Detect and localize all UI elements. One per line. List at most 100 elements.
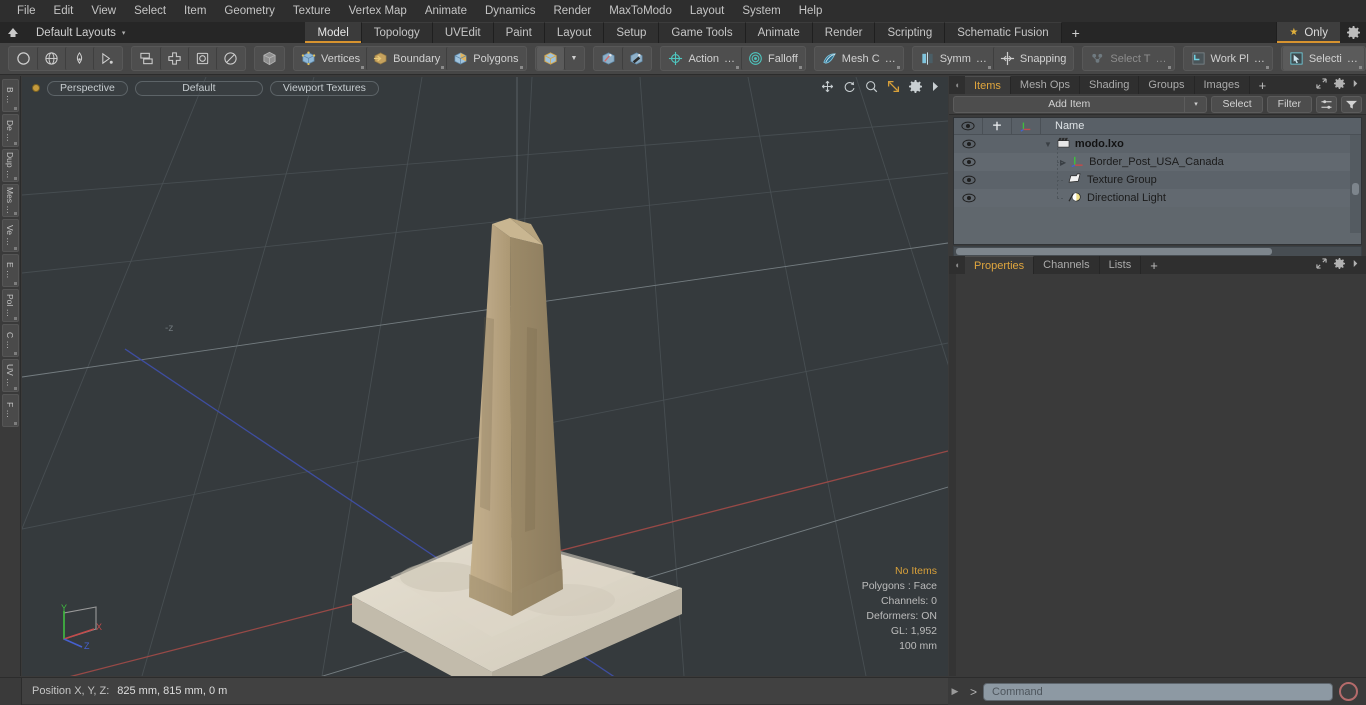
tab-channels[interactable]: Channels	[1034, 256, 1100, 274]
add-layout-tab-button[interactable]: +	[1061, 22, 1090, 43]
row-visibility-toggle[interactable]	[954, 157, 983, 167]
panel-menu-icon[interactable]: ◖	[949, 76, 965, 94]
tab-paint[interactable]: Paint	[493, 22, 545, 43]
sidebar-tab-duplicate[interactable]: Dup …	[1, 149, 19, 182]
sidebar-tab-mesh-edit[interactable]: Mes …	[1, 184, 19, 217]
tab-uvedit[interactable]: UVEdit	[432, 22, 494, 43]
tab-schematic-fusion[interactable]: Schematic Fusion	[945, 22, 1062, 43]
curve-icon[interactable]	[93, 47, 121, 70]
tree-expander-icon[interactable]: ▼	[1044, 140, 1052, 149]
items-tree-vscrollbar[interactable]	[1350, 135, 1361, 233]
gear-icon[interactable]	[1340, 22, 1366, 43]
pan-icon[interactable]	[821, 80, 834, 95]
zoom-icon[interactable]	[865, 80, 878, 95]
home-icon[interactable]	[0, 22, 26, 43]
menu-item-system[interactable]: System	[733, 2, 789, 21]
items-tree[interactable]: Name ▼ modo.lxo Border_Post_USA_Canada T…	[953, 117, 1362, 245]
chevron-right-icon[interactable]	[1352, 79, 1359, 91]
tab-render[interactable]: Render	[812, 22, 876, 43]
axis-gizmo[interactable]: Y X Z	[52, 601, 110, 654]
tab-scripting[interactable]: Scripting	[875, 22, 946, 43]
menu-item-render[interactable]: Render	[544, 2, 600, 21]
tab-layout[interactable]: Layout	[544, 22, 605, 43]
tab-mesh-ops[interactable]: Mesh Ops	[1010, 76, 1081, 94]
selection-mode-boundary[interactable]: Boundary	[366, 47, 446, 70]
sidebar-tab-fusion[interactable]: F …	[1, 394, 19, 427]
work-plane-button[interactable]: Work Pl …	[1185, 47, 1271, 70]
center-icon[interactable]	[160, 47, 188, 70]
table-row[interactable]: ▶ Border_Post_USA_Canada	[954, 153, 1361, 171]
sidebar-tab-uv[interactable]: UV …	[1, 359, 19, 392]
mesh-constraint-button[interactable]: Mesh C …	[816, 47, 902, 70]
scrollbar-thumb[interactable]	[956, 248, 1272, 255]
tab-setup[interactable]: Setup	[604, 22, 660, 43]
selection-set-button[interactable]: Selecti …	[1282, 47, 1364, 70]
tab-topology[interactable]: Topology	[361, 22, 433, 43]
menu-item-layout[interactable]: Layout	[681, 2, 734, 21]
expand-icon[interactable]	[1316, 78, 1327, 92]
select-through-button[interactable]: Select T …	[1084, 47, 1172, 70]
item-cube-icon[interactable]	[256, 47, 283, 70]
row-visibility-toggle[interactable]	[954, 139, 983, 149]
add-properties-tab-button[interactable]: +	[1141, 256, 1167, 274]
sidebar-tab-polygon[interactable]: Pol …	[1, 289, 19, 322]
filter-button[interactable]: Filter	[1266, 95, 1312, 113]
globe-icon[interactable]	[37, 47, 65, 70]
stop-record-icon[interactable]	[1339, 682, 1358, 701]
chevron-right-icon[interactable]	[931, 81, 940, 94]
tab-properties[interactable]: Properties	[965, 256, 1035, 274]
table-row[interactable]: ▼ modo.lxo	[954, 135, 1361, 153]
sidebar-tab-vertex[interactable]: Ve …	[1, 219, 19, 252]
paint-cube-icon[interactable]	[595, 47, 622, 70]
menu-item-dynamics[interactable]: Dynamics	[476, 2, 544, 21]
tab-items[interactable]: Items	[965, 76, 1011, 94]
menu-item-item[interactable]: Item	[175, 2, 215, 21]
menu-item-animate[interactable]: Animate	[416, 2, 476, 21]
row-visibility-toggle[interactable]	[954, 175, 983, 185]
menu-item-geometry[interactable]: Geometry	[215, 2, 284, 21]
menu-item-help[interactable]: Help	[790, 2, 832, 21]
tab-model[interactable]: Model	[305, 22, 362, 43]
expand-icon[interactable]	[1316, 258, 1327, 272]
circle-icon[interactable]	[10, 47, 37, 70]
command-input[interactable]: Command	[983, 682, 1333, 701]
selection-mode-polygons[interactable]: Polygons	[446, 47, 524, 70]
table-row[interactable]: Directional Light	[954, 189, 1361, 207]
element-cube-icon[interactable]	[536, 47, 564, 70]
menu-item-select[interactable]: Select	[125, 2, 175, 21]
tab-shading[interactable]: Shading	[1080, 76, 1140, 94]
menu-item-file[interactable]: File	[8, 2, 45, 21]
menu-item-vertex-map[interactable]: Vertex Map	[340, 2, 416, 21]
box-select-icon[interactable]	[188, 47, 216, 70]
default-layouts-dropdown[interactable]: Default Layouts ▾	[26, 22, 135, 43]
ellipse-icon[interactable]	[216, 47, 244, 70]
menu-item-maxtomodo[interactable]: MaxToModo	[600, 2, 681, 21]
menu-item-edit[interactable]: Edit	[45, 2, 83, 21]
select-button[interactable]: Select	[1211, 95, 1263, 113]
mirror-icon[interactable]	[133, 47, 160, 70]
tab-game-tools[interactable]: Game Tools	[659, 22, 746, 43]
snapping-button[interactable]: Snapping	[992, 47, 1073, 70]
falloff-button[interactable]: Falloff	[741, 47, 804, 70]
element-mode-dropdown[interactable]: ▼	[563, 47, 584, 70]
3d-viewport[interactable]: Perspective Default Viewport Textures -z…	[22, 77, 948, 676]
tab-groups[interactable]: Groups	[1139, 76, 1195, 94]
panel-menu-icon[interactable]: ◖	[949, 256, 965, 274]
table-row[interactable]: Texture Group	[954, 171, 1361, 189]
gear-icon[interactable]	[909, 80, 922, 95]
selection-mode-vertices[interactable]: Vertices	[295, 47, 366, 70]
sidebar-tab-curve[interactable]: C …	[1, 324, 19, 357]
sidebar-tab-edge[interactable]: E …	[1, 254, 19, 287]
action-center-button[interactable]: Action …	[662, 47, 741, 70]
list-options-icon[interactable]	[1316, 95, 1337, 113]
chevron-right-icon[interactable]: ▶	[948, 686, 962, 697]
viewport-view-mode[interactable]: Perspective	[47, 80, 128, 96]
sidebar-tab-deform[interactable]: De …	[1, 114, 19, 147]
gear-icon[interactable]	[1334, 258, 1345, 272]
viewport-display-mode[interactable]: Viewport Textures	[269, 80, 379, 96]
tab-lists[interactable]: Lists	[1099, 256, 1142, 274]
chevron-down-icon[interactable]: ▾	[1184, 96, 1206, 112]
row-visibility-toggle[interactable]	[954, 193, 983, 203]
paint-cube-alt-icon[interactable]	[622, 47, 650, 70]
tab-animate[interactable]: Animate	[745, 22, 813, 43]
